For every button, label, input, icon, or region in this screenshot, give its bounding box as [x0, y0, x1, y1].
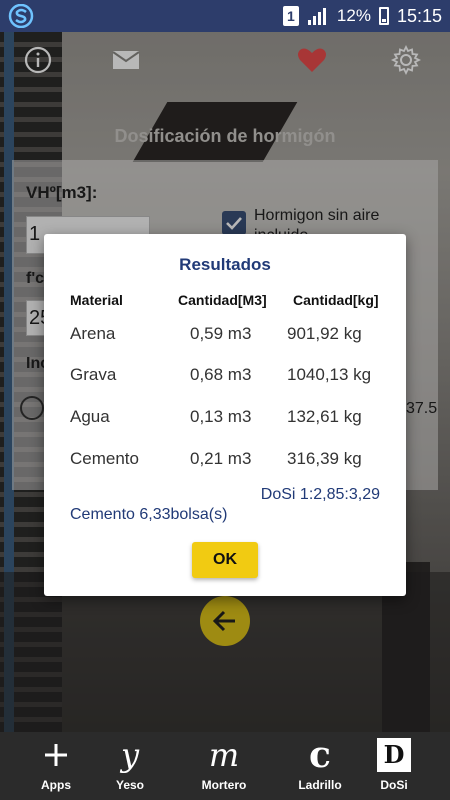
status-indicators: 1 12% 15:15	[282, 0, 442, 32]
nav-item-ladrillo[interactable]: c Ladrillo	[280, 732, 360, 800]
results-dialog: Resultados Material Cantidad[M3] Cantida…	[44, 234, 406, 596]
nav-label-dosi: DoSi	[380, 778, 408, 792]
material-kg: 316,39 kg	[287, 449, 362, 468]
material-m3: 0,21 m3	[190, 449, 252, 468]
nav-label-apps: Apps	[41, 778, 71, 792]
battery-percent: 12%	[336, 6, 371, 25]
nav-item-apps[interactable]: Apps	[16, 732, 96, 800]
material-name: Grava	[70, 365, 117, 384]
sim-indicator: 1	[282, 6, 299, 26]
ladrillo-icon: c	[309, 734, 331, 776]
mix-ratio: DoSi 1:2,85:3,29	[260, 486, 380, 503]
signal-icon	[307, 8, 326, 25]
header-cantidad-m3: Cantidad[M3]	[178, 292, 267, 308]
cement-bags: Cemento 6,33bolsa(s)	[70, 506, 228, 523]
material-kg: 132,61 kg	[287, 407, 362, 426]
nav-label-ladrillo: Ladrillo	[298, 778, 342, 792]
plus-icon	[16, 732, 96, 778]
dosi-icon: D	[354, 732, 434, 778]
material-kg: 901,92 kg	[287, 324, 362, 343]
material-name: Arena	[70, 324, 116, 343]
material-m3: 0,59 m3	[190, 324, 252, 343]
result-row: Cemento 0,21 m3 316,39 kg	[44, 449, 406, 473]
nav-item-yeso[interactable]: y Yeso	[90, 732, 170, 800]
status-bar: 1 12% 15:15	[0, 0, 450, 32]
result-row: Arena 0,59 m3 901,92 kg	[44, 324, 406, 348]
yeso-icon: y	[120, 736, 140, 774]
material-kg: 1040,13 kg	[287, 365, 372, 384]
material-name: Agua	[70, 407, 110, 426]
nav-item-mortero[interactable]: m Mortero	[184, 732, 264, 800]
bottom-nav: Apps y Yeso m Mortero c Ladrillo D DoSi	[0, 732, 450, 800]
app-logo-icon	[8, 4, 34, 28]
nav-label-mortero: Mortero	[201, 778, 247, 792]
material-m3: 0,68 m3	[190, 365, 252, 384]
battery-icon	[378, 7, 389, 25]
nav-label-yeso: Yeso	[115, 778, 145, 792]
result-row: Agua 0,13 m3 132,61 kg	[44, 407, 406, 431]
clock: 15:15	[396, 5, 442, 26]
ok-button[interactable]: OK	[192, 542, 258, 578]
result-row: Grava 0,68 m3 1040,13 kg	[44, 365, 406, 389]
mortero-icon: m	[208, 736, 240, 774]
header-cantidad-kg: Cantidad[kg]	[293, 292, 379, 308]
dialog-title: Resultados	[179, 255, 271, 274]
material-name: Cemento	[70, 449, 139, 468]
header-material: Material	[70, 292, 123, 308]
material-m3: 0,13 m3	[190, 407, 252, 426]
nav-item-dosi[interactable]: D DoSi	[354, 732, 434, 800]
